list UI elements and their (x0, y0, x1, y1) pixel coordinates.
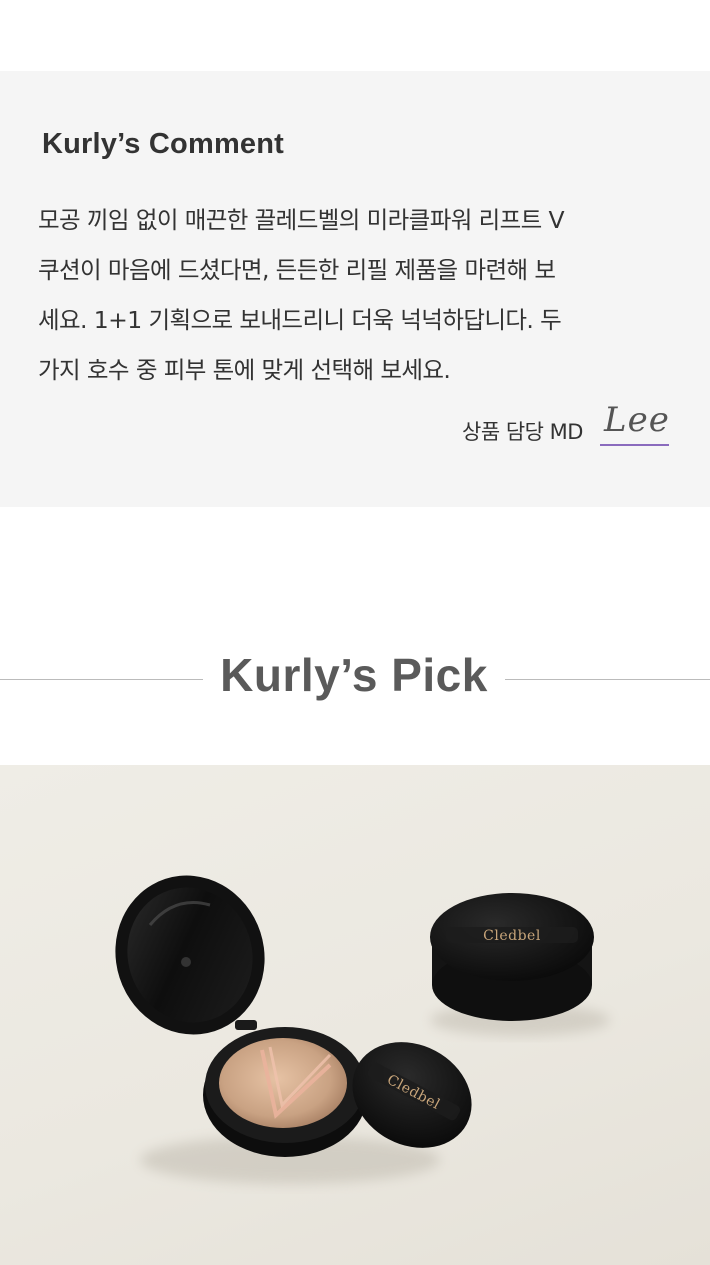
comment-title: Kurly’s Comment (42, 128, 285, 160)
pick-title: Kurly’s Pick (220, 649, 488, 701)
product-photo: Cledbel Cledbel (0, 765, 710, 1265)
refill-case: Cledbel (430, 893, 594, 1021)
pick-divider-right (505, 679, 710, 680)
compact-hinge (235, 1020, 257, 1030)
product-illustration: Cledbel Cledbel (115, 875, 610, 1184)
cushion-powder (219, 1038, 347, 1128)
md-signature: Lee (604, 400, 670, 440)
comment-line: 모공 끼임 없이 매끈한 끌레드벨의 미라클파워 리프트 V (38, 206, 565, 234)
brand-label-right: Cledbel (483, 928, 541, 944)
comment-text: 모공 끼임 없이 매끈한 끌레드벨의 미라클파워 리프트 V 쿠션이 마음에 드… (38, 195, 678, 395)
compact-base (203, 1027, 367, 1157)
comment-line: 쿠션이 마음에 드셨다면, 든든한 리필 제품을 마련해 보 (38, 256, 556, 284)
comment-line: 세요. 1+1 기획으로 보내드리니 더욱 넉넉하답니다. 두 (38, 306, 562, 334)
signature-underline (600, 444, 669, 446)
pick-divider-left (0, 679, 203, 680)
comment-line: 가지 호수 중 피부 톤에 맞게 선택해 보세요. (38, 356, 451, 384)
md-label: 상품 담당 MD (462, 420, 583, 444)
